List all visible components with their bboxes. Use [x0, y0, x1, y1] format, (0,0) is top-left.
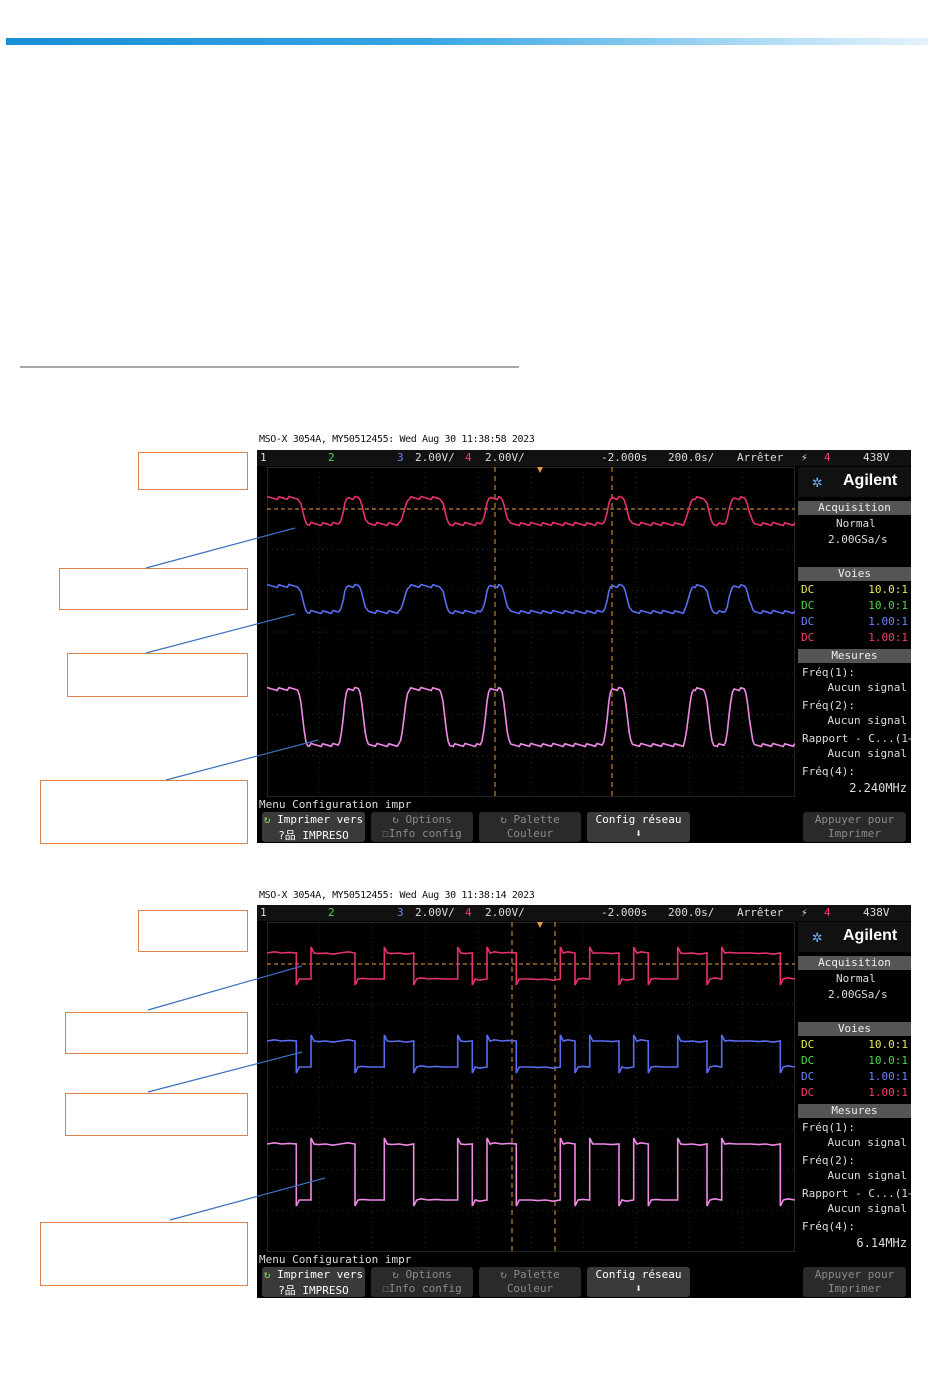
- annotation-pointers: [145, 527, 326, 1221]
- pointer-line: [169, 1177, 326, 1221]
- pointer-line: [145, 527, 296, 569]
- pointer-line: [147, 965, 303, 1011]
- pointer-line: [147, 1051, 303, 1093]
- pointer-line: [145, 613, 296, 654]
- pointer-line: [165, 739, 319, 781]
